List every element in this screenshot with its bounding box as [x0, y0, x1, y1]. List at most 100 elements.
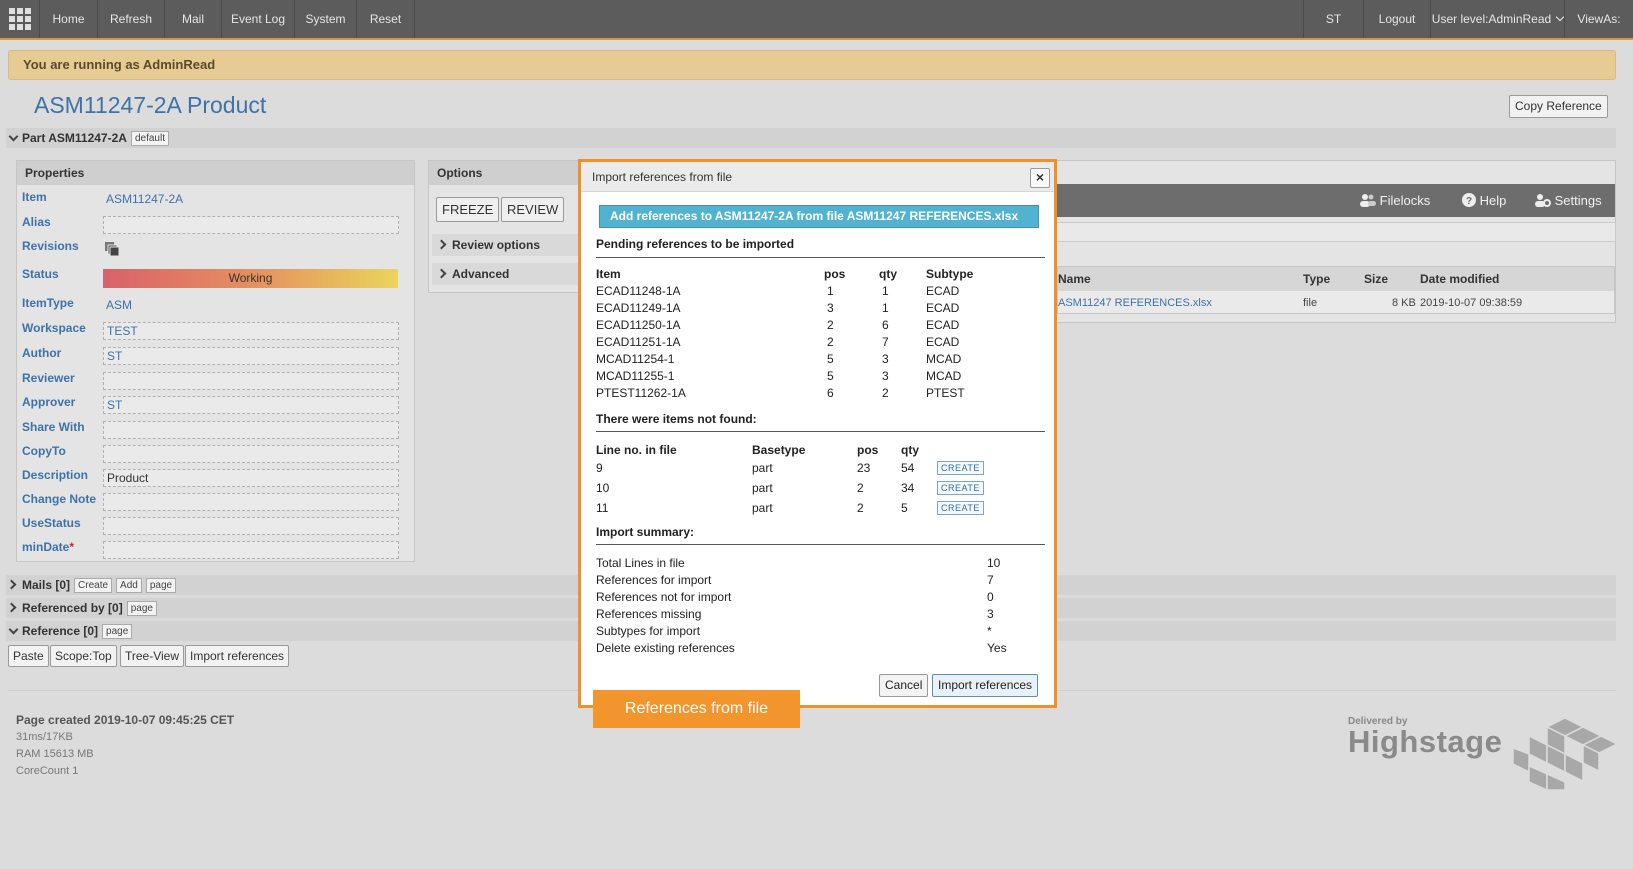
prop-label: UseStatus — [22, 516, 81, 530]
file-size: 8 KB — [1392, 297, 1416, 309]
pending-col-qty: qty — [879, 267, 897, 281]
expand-icon — [6, 579, 17, 590]
prop-label: CopyTo — [22, 444, 66, 458]
app-grid-button[interactable] — [0, 0, 40, 38]
file-name-link[interactable]: ASM11247 REFERENCES.xlsx — [1058, 291, 1212, 315]
summary-label: References missing — [596, 607, 702, 621]
nav-logout[interactable]: Logout — [1363, 0, 1430, 38]
prop-row-approver: Approver ST — [17, 394, 414, 418]
users-icon — [1360, 194, 1376, 207]
prop-label: Reviewer — [22, 371, 75, 385]
mails-label: Mails [0] — [22, 578, 71, 592]
prop-row-author: Author ST — [17, 345, 414, 369]
nav-home[interactable]: Home — [40, 0, 98, 38]
paste-button[interactable]: Paste — [8, 645, 49, 667]
help-button[interactable]: ? Help — [1462, 184, 1506, 217]
prop-item-link[interactable]: ASM11247-2A — [103, 191, 399, 209]
prop-copyto-field[interactable] — [103, 445, 399, 463]
import-references-dialog: Import references from file × Add refere… — [578, 159, 1057, 708]
pending-item: PTEST11262-1A — [596, 386, 686, 400]
create-item-button[interactable]: CREATE — [937, 501, 984, 515]
copy-reference-button[interactable]: Copy Reference — [1509, 95, 1608, 118]
prop-alias-field[interactable] — [103, 216, 399, 234]
review-options-toggle[interactable]: Review options — [432, 234, 582, 256]
mails-add-button[interactable]: Add — [116, 578, 142, 594]
status-badge[interactable]: Working — [103, 269, 398, 288]
pending-pos: 6 — [827, 386, 834, 400]
prop-author-field[interactable]: ST — [103, 347, 399, 365]
nav-mail[interactable]: Mail — [165, 0, 222, 38]
nav-refresh[interactable]: Refresh — [98, 0, 165, 38]
review-button[interactable]: REVIEW — [501, 197, 565, 222]
import-references-button[interactable]: Import references — [185, 645, 290, 667]
nav-user-initials[interactable]: ST — [1303, 0, 1363, 38]
prop-label: Workspace — [22, 321, 86, 335]
corecount-text: CoreCount 1 — [16, 765, 79, 777]
pending-qty: 3 — [882, 369, 889, 383]
prop-mindate-label: minDate — [22, 540, 70, 554]
svg-text:?: ? — [1466, 196, 1472, 207]
pending-qty: 2 — [882, 386, 889, 400]
missing-line: 11 — [596, 501, 609, 515]
create-item-button[interactable]: CREATE — [937, 461, 984, 475]
missing-heading: There were items not found: — [596, 412, 757, 426]
freeze-button[interactable]: FREEZE — [436, 197, 500, 222]
summary-label: Total Lines in file — [596, 556, 685, 570]
tree-view-button[interactable]: Tree-View — [120, 645, 185, 667]
summary-label: Delete existing references — [596, 641, 735, 655]
files-filter-bar — [1015, 222, 1616, 242]
reference-page-button[interactable]: page — [102, 624, 133, 640]
nav-user-level[interactable]: User level:AdminRead — [1430, 0, 1565, 38]
summary-value: * — [987, 624, 992, 638]
prop-mindate-field[interactable] — [103, 541, 399, 559]
nav-view-as[interactable]: ViewAs: — [1564, 0, 1633, 38]
settings-button[interactable]: Settings — [1535, 184, 1602, 217]
scope-top-button[interactable]: Scope:Top — [50, 645, 117, 667]
summary-label: References for import — [596, 573, 712, 587]
missing-pos: 2 — [857, 501, 864, 515]
col-name[interactable]: Name — [1058, 267, 1091, 291]
prop-itemtype-value[interactable]: ASM — [103, 297, 399, 315]
prop-reviewer-field[interactable] — [103, 372, 399, 390]
prop-approver-field[interactable]: ST — [103, 396, 399, 414]
create-item-button[interactable]: CREATE — [937, 481, 984, 495]
files-toolbar: Filelocks ? Help Settings — [1015, 184, 1615, 217]
col-date[interactable]: Date modified — [1420, 267, 1499, 291]
options-header: Options — [429, 161, 587, 185]
confirm-import-button[interactable]: Import references — [932, 674, 1039, 697]
prop-description-field[interactable]: Product — [103, 469, 399, 487]
col-type[interactable]: Type — [1303, 267, 1330, 291]
nav-reset[interactable]: Reset — [357, 0, 415, 38]
prop-workspace-field[interactable]: TEST — [103, 322, 399, 340]
role-banner: You are running as AdminRead — [8, 50, 1616, 80]
expand-icon — [436, 239, 447, 250]
referenced-by-page-button[interactable]: page — [126, 601, 157, 617]
pending-item: ECAD11250-1A — [596, 318, 681, 332]
cancel-button[interactable]: Cancel — [879, 674, 929, 697]
mails-create-button[interactable]: Create — [74, 578, 113, 594]
close-icon[interactable]: × — [1030, 168, 1050, 188]
collapse-icon — [8, 131, 19, 142]
filelocks-button[interactable]: Filelocks — [1360, 184, 1430, 217]
prop-label: Revisions — [22, 239, 79, 253]
revisions-icon[interactable] — [105, 242, 119, 256]
prop-change-note-field[interactable] — [103, 493, 399, 511]
missing-col-basetype: Basetype — [752, 443, 806, 457]
prop-label: Change Note — [22, 492, 97, 506]
nav-event-log[interactable]: Event Log — [222, 0, 295, 38]
prop-usestatus-field[interactable] — [103, 517, 399, 535]
prop-row-reviewer: Reviewer — [17, 370, 414, 394]
part-section-header[interactable]: Part ASM11247-2A default — [6, 128, 1616, 148]
help-label: Help — [1479, 193, 1507, 208]
prop-share-with-field[interactable] — [103, 421, 399, 439]
col-size[interactable]: Size — [1364, 267, 1388, 291]
prop-label: Description — [22, 468, 89, 482]
advanced-toggle[interactable]: Advanced — [432, 263, 582, 285]
prop-row-change-note: Change Note — [17, 491, 414, 515]
table-row: ASM11247 REFERENCES.xlsx file 8 KB 2019-… — [1058, 291, 1614, 313]
prop-row-description: Description Product — [17, 467, 414, 491]
mails-page-button[interactable]: page — [145, 578, 177, 594]
referenced-by-label: Referenced by [0] — [22, 601, 123, 615]
settings-label: Settings — [1554, 193, 1602, 208]
nav-system[interactable]: System — [295, 0, 357, 38]
